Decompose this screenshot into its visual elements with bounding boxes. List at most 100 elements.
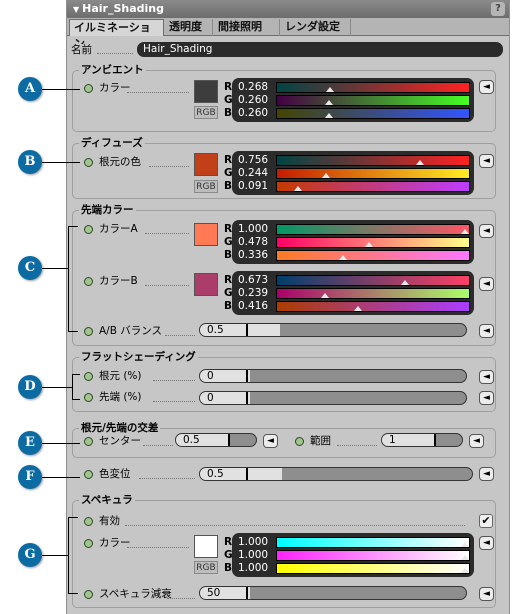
red-value[interactable]: 0.268 — [236, 81, 274, 93]
green-marker[interactable] — [324, 100, 333, 105]
channel-row-r[interactable]: R 1.000 — [224, 536, 470, 548]
slider-thumb[interactable] — [246, 392, 248, 404]
slider-thumb[interactable] — [246, 324, 248, 336]
slider-thumb[interactable] — [246, 587, 248, 599]
red-value[interactable]: 0.673 — [236, 274, 274, 286]
animate-indicator-icon[interactable] — [84, 470, 93, 479]
green-gradient-bar[interactable] — [276, 95, 470, 106]
blue-value[interactable]: 0.416 — [236, 300, 274, 312]
green-marker[interactable] — [321, 173, 330, 178]
blue-gradient-bar[interactable] — [276, 301, 470, 312]
diffuse-color-swatch[interactable] — [194, 153, 218, 176]
blue-gradient-bar[interactable] — [276, 181, 470, 192]
connect-icon[interactable]: ◄ — [479, 80, 494, 94]
animate-indicator-icon[interactable] — [84, 517, 93, 526]
green-marker[interactable] — [320, 293, 329, 298]
name-field[interactable]: Hair_Shading — [137, 42, 503, 57]
channel-row-b[interactable]: B 1.000 — [224, 562, 470, 574]
tip-percent-slider[interactable]: 0 — [199, 391, 467, 405]
range-slider[interactable]: 1 — [381, 433, 463, 447]
slider-thumb[interactable] — [246, 370, 248, 382]
red-gradient-bar[interactable] — [276, 224, 470, 235]
animate-indicator-icon[interactable] — [84, 225, 93, 234]
red-gradient-bar[interactable] — [276, 275, 470, 286]
green-gradient-bar[interactable] — [276, 237, 470, 248]
connect-icon[interactable]: ◄ — [479, 324, 494, 338]
slider-thumb[interactable] — [246, 468, 248, 480]
animate-indicator-icon[interactable] — [84, 393, 93, 402]
hue-shift-slider[interactable]: 0.5 — [199, 467, 473, 481]
channel-row-r[interactable]: R 0.673 — [224, 274, 470, 286]
blue-value[interactable]: 0.091 — [236, 180, 274, 192]
specular-color-swatch[interactable] — [194, 535, 218, 558]
green-marker[interactable] — [461, 555, 469, 560]
tab-illumination[interactable]: イルミネーション — [69, 19, 164, 50]
animate-indicator-icon[interactable] — [84, 437, 93, 446]
connect-icon[interactable]: ◄ — [479, 587, 494, 601]
root-percent-slider[interactable]: 0 — [199, 369, 467, 383]
channel-row-b[interactable]: B 0.091 — [224, 180, 470, 192]
red-marker[interactable] — [461, 542, 469, 547]
color-b-swatch[interactable] — [194, 273, 218, 296]
red-value[interactable]: 0.756 — [236, 154, 274, 166]
animate-indicator-icon[interactable] — [84, 277, 93, 286]
red-gradient-bar[interactable] — [276, 82, 470, 93]
slider-value[interactable]: 1 — [389, 434, 396, 446]
green-value[interactable]: 0.478 — [236, 236, 274, 248]
ab-balance-slider[interactable]: 0.5 — [199, 323, 467, 337]
connect-icon[interactable]: ◄ — [479, 391, 494, 405]
rgb-mode-button[interactable]: RGB — [194, 561, 218, 574]
red-marker[interactable] — [326, 87, 335, 92]
rgb-mode-button[interactable]: RGB — [194, 180, 218, 193]
blue-marker[interactable] — [338, 255, 347, 260]
blue-marker[interactable] — [353, 306, 362, 311]
blue-marker[interactable] — [324, 113, 333, 118]
red-marker[interactable] — [400, 280, 409, 285]
green-value[interactable]: 0.239 — [236, 287, 274, 299]
channel-row-g[interactable]: G 0.244 — [224, 167, 470, 179]
color-a-swatch[interactable] — [194, 223, 218, 246]
green-value[interactable]: 1.000 — [236, 549, 274, 561]
connect-icon[interactable]: ◄ — [479, 154, 494, 168]
channel-row-g[interactable]: G 1.000 — [224, 549, 470, 561]
green-gradient-bar[interactable] — [276, 168, 470, 179]
connect-icon[interactable]: ◄ — [479, 467, 494, 481]
blue-value[interactable]: 1.000 — [236, 562, 274, 574]
connect-icon[interactable]: ◄ — [479, 224, 494, 238]
green-gradient-bar[interactable] — [276, 550, 470, 561]
help-icon[interactable]: ? — [491, 2, 505, 16]
channel-row-r[interactable]: R 1.000 — [224, 223, 470, 235]
channel-row-b[interactable]: B 0.336 — [224, 249, 470, 261]
channel-row-g[interactable]: G 0.239 — [224, 287, 470, 299]
animate-indicator-icon[interactable] — [84, 590, 93, 599]
channel-row-g[interactable]: G 0.478 — [224, 236, 470, 248]
tab-indirect-lighting[interactable]: 間接照明 — [214, 19, 280, 36]
channel-row-r[interactable]: R 0.756 — [224, 154, 470, 166]
collapse-triangle-icon[interactable]: ▼ — [73, 5, 79, 14]
tab-render-settings[interactable]: レンダ設定 — [281, 19, 351, 36]
red-gradient-bar[interactable] — [276, 155, 470, 166]
green-value[interactable]: 0.244 — [236, 167, 274, 179]
specular-enable-checkbox[interactable]: ✔ — [479, 514, 493, 528]
blue-value[interactable]: 0.336 — [236, 249, 274, 261]
tab-transparency[interactable]: 透明度 — [165, 19, 213, 36]
animate-indicator-icon[interactable] — [84, 372, 93, 381]
ambient-color-swatch[interactable] — [194, 80, 218, 103]
blue-value[interactable]: 0.260 — [236, 107, 274, 119]
red-marker[interactable] — [416, 160, 425, 165]
red-value[interactable]: 1.000 — [236, 223, 274, 235]
panel-titlebar[interactable]: ▼ Hair_Shading ? — [67, 0, 509, 18]
channel-row-g[interactable]: G 0.260 — [224, 94, 470, 106]
animate-indicator-icon[interactable] — [295, 437, 304, 446]
slider-value[interactable]: 0 — [207, 370, 214, 382]
blue-gradient-bar[interactable] — [276, 108, 470, 119]
slider-value[interactable]: 0.5 — [183, 434, 200, 446]
blue-gradient-bar[interactable] — [276, 563, 470, 574]
red-value[interactable]: 1.000 — [236, 536, 274, 548]
connect-icon[interactable]: ◄ — [263, 434, 278, 448]
animate-indicator-icon[interactable] — [84, 158, 93, 167]
rgb-mode-button[interactable]: RGB — [194, 106, 218, 119]
slider-thumb[interactable] — [228, 434, 230, 446]
red-gradient-bar[interactable] — [276, 537, 470, 548]
green-gradient-bar[interactable] — [276, 288, 470, 299]
